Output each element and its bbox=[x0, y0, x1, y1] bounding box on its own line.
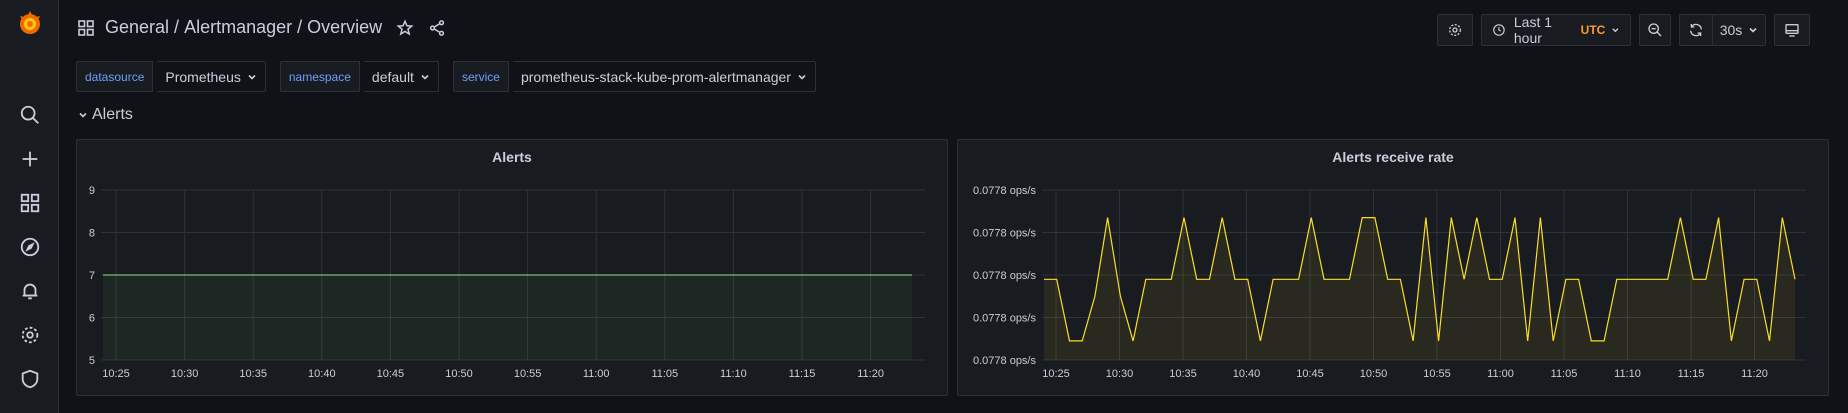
star-icon[interactable] bbox=[396, 18, 414, 37]
chevron-down-icon bbox=[421, 74, 429, 80]
time-range-label: Last 1 hour bbox=[1513, 14, 1553, 46]
variable-value: prometheus-stack-kube-prom-alertmanager bbox=[520, 68, 791, 85]
alerts-receive-rate-chart: 0.0778 ops/s 0.0778 ops/s 0.0778 ops/s 0.07… bbox=[973, 185, 1806, 380]
y-tick-label: 0.0778 ops/s bbox=[973, 355, 1036, 367]
alerts-chart: 9 8 7 6 5 10:25 10:30 10:35 10:40 10:45 10:50 10:55… bbox=[89, 185, 925, 380]
panel-alerts-receive-rate[interactable]: Alerts receive rate 0.0778 ops/s 0.0778 o… bbox=[957, 139, 1829, 396]
x-tick-label: 10:55 bbox=[1423, 368, 1451, 380]
page-title[interactable]: Alertmanager / Overview bbox=[184, 17, 382, 38]
settings-gear-icon[interactable] bbox=[18, 323, 42, 347]
dashboard-grid-icon bbox=[78, 19, 94, 36]
grafana-logo-icon[interactable] bbox=[17, 10, 43, 36]
y-tick-label: 7 bbox=[89, 270, 95, 282]
y-tick-label: 9 bbox=[89, 185, 95, 197]
x-tick-label: 11:00 bbox=[1487, 368, 1514, 380]
y-tick-label: 0.0778 ops/s bbox=[973, 228, 1036, 240]
variable-select-service[interactable]: prometheus-stack-kube-prom-alertmanager bbox=[512, 61, 816, 92]
x-tick-label: 10:25 bbox=[1042, 368, 1070, 380]
x-tick-label: 10:25 bbox=[102, 368, 130, 380]
variable-select-datasource[interactable]: Prometheus bbox=[157, 61, 266, 92]
x-tick-label: 10:35 bbox=[239, 368, 267, 380]
explore-compass-icon[interactable] bbox=[18, 235, 42, 259]
search-icon[interactable] bbox=[18, 103, 42, 127]
x-tick-label: 10:40 bbox=[1233, 368, 1261, 380]
x-tick-label: 10:50 bbox=[1360, 368, 1388, 380]
y-tick-label: 6 bbox=[89, 313, 95, 325]
variable-value: default bbox=[371, 68, 414, 85]
x-tick-label: 10:35 bbox=[1169, 368, 1197, 380]
kiosk-mode-button[interactable] bbox=[1774, 14, 1810, 46]
plus-icon[interactable] bbox=[18, 147, 42, 171]
clock-icon bbox=[1493, 24, 1505, 36]
breadcrumb-separator: / bbox=[169, 17, 185, 37]
share-icon[interactable] bbox=[428, 19, 446, 37]
x-tick-label: 10:30 bbox=[171, 368, 199, 380]
series-area bbox=[103, 275, 912, 360]
y-tick-label: 0.0778 ops/s bbox=[973, 313, 1036, 325]
series-area bbox=[1044, 217, 1795, 360]
x-tick-label: 11:20 bbox=[1741, 368, 1768, 380]
top-bar: General / Alertmanager / Overview Last 1… bbox=[59, 0, 1848, 58]
dashboards-icon[interactable] bbox=[18, 191, 42, 215]
y-tick-label: 8 bbox=[89, 228, 95, 240]
refresh-icon bbox=[1690, 23, 1702, 37]
x-tick-label: 10:30 bbox=[1106, 368, 1134, 380]
x-tick-label: 11:20 bbox=[857, 368, 884, 380]
chevron-down-icon bbox=[248, 74, 256, 80]
chevron-down-icon bbox=[1749, 27, 1757, 33]
x-tick-label: 10:45 bbox=[1296, 368, 1324, 380]
variable-label-service: service bbox=[452, 61, 509, 92]
zoom-out-button[interactable] bbox=[1639, 14, 1671, 46]
timezone-label: UTC bbox=[1580, 23, 1606, 37]
breadcrumb: General / Alertmanager / Overview bbox=[77, 17, 446, 38]
y-tick-label: 0.0778 ops/s bbox=[973, 185, 1036, 197]
alerting-bell-icon[interactable] bbox=[18, 279, 42, 303]
gear-icon bbox=[1449, 24, 1461, 36]
x-tick-label: 11:10 bbox=[720, 368, 747, 380]
x-tick-label: 10:40 bbox=[308, 368, 336, 380]
shield-icon[interactable] bbox=[18, 367, 42, 391]
row-header-alerts[interactable]: Alerts bbox=[78, 106, 133, 124]
variable-select-namespace[interactable]: default bbox=[363, 61, 439, 92]
breadcrumb-folder[interactable]: General bbox=[105, 17, 169, 38]
x-tick-label: 11:05 bbox=[651, 368, 678, 380]
x-tick-label: 11:05 bbox=[1551, 368, 1578, 380]
x-tick-label: 11:15 bbox=[1678, 368, 1705, 380]
chevron-down-icon bbox=[79, 112, 87, 118]
refresh-interval-label: 30s bbox=[1719, 22, 1743, 38]
refresh-interval-picker[interactable]: 30s bbox=[1712, 14, 1766, 46]
x-tick-label: 11:10 bbox=[1614, 368, 1641, 380]
x-tick-label: 10:50 bbox=[445, 368, 473, 380]
template-variables: datasource Prometheus namespace default … bbox=[76, 61, 816, 92]
refresh-button[interactable] bbox=[1679, 14, 1713, 46]
time-picker-button[interactable]: Last 1 hour UTC bbox=[1481, 14, 1631, 46]
sidebar bbox=[0, 0, 59, 413]
row-title: Alerts bbox=[92, 106, 133, 123]
x-tick-label: 11:15 bbox=[789, 368, 816, 380]
panel-alerts[interactable]: Alerts 9 8 7 6 5 10:25 10:30 10:35 10:40 10:45 10:… bbox=[76, 139, 948, 396]
variable-value: Prometheus bbox=[165, 68, 241, 85]
chevron-down-icon bbox=[798, 74, 806, 80]
y-tick-label: 0.0778 ops/s bbox=[973, 270, 1036, 282]
variable-label-datasource: datasource bbox=[76, 61, 154, 92]
zoom-out-icon bbox=[1648, 23, 1662, 37]
x-tick-label: 10:45 bbox=[377, 368, 405, 380]
variable-label-namespace: namespace bbox=[279, 61, 360, 92]
dashboard-settings-button[interactable] bbox=[1437, 14, 1473, 46]
x-tick-label: 10:55 bbox=[514, 368, 542, 380]
y-tick-label: 5 bbox=[89, 355, 95, 367]
monitor-icon bbox=[1785, 24, 1799, 37]
chevron-down-icon bbox=[1612, 28, 1619, 33]
x-tick-label: 11:00 bbox=[583, 368, 610, 380]
